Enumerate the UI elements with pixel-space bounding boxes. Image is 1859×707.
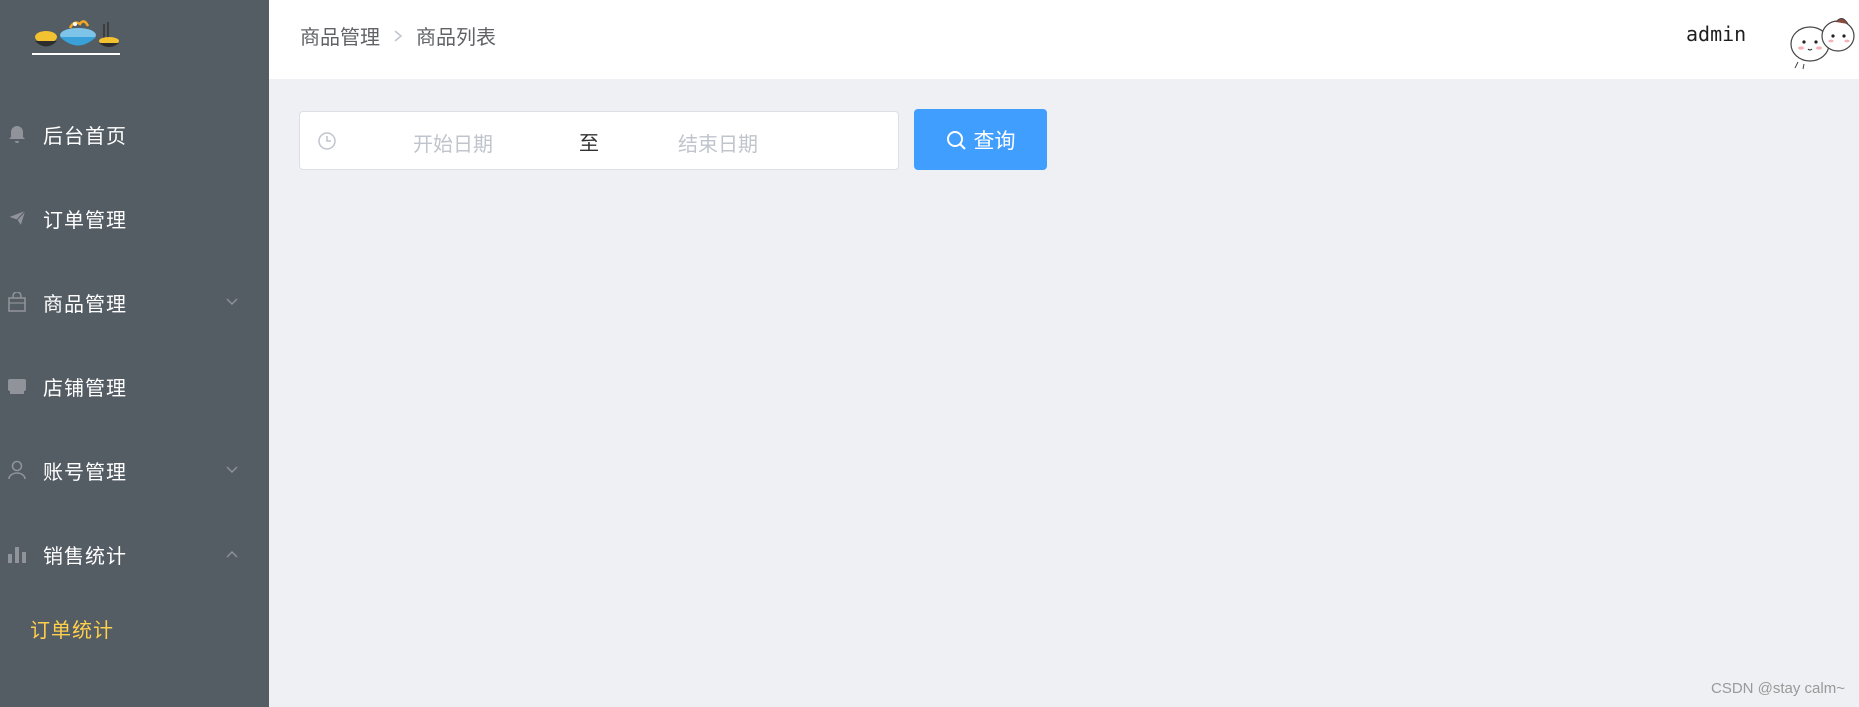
clock-icon [318,132,336,150]
sidebar-item-stores[interactable]: 店铺管理 [0,344,269,428]
sidebar-item-orders[interactable]: 订单管理 [0,176,269,260]
sidebar-menu: 后台首页 订单管理 商品管理 店铺管理 账号管理 销售统计 订单统计 [0,92,269,660]
user-name[interactable]: admin [1686,22,1746,46]
shop-icon [6,375,28,397]
query-button-label: 查询 [973,128,1016,153]
avatar[interactable] [1788,12,1859,72]
sidebar-item-products[interactable]: 商品管理 [0,260,269,344]
sidebar-item-label: 账号管理 [43,459,127,484]
breadcrumb-item[interactable]: 商品管理 [300,21,380,50]
top-header: 商品管理 商品列表 admin [269,0,1859,79]
sidebar-item-label: 订单管理 [43,207,127,232]
user-icon [6,459,28,481]
sidebar-item-home[interactable]: 后台首页 [0,92,269,176]
date-range-picker[interactable]: 开始日期 至 结束日期 [299,111,899,170]
bell-icon [6,123,28,145]
shopping-bag-icon [6,291,28,313]
query-button[interactable]: 查询 [914,109,1047,170]
end-date-input[interactable]: 结束日期 [678,128,758,157]
search-icon [946,130,966,150]
chevron-down-icon [226,466,238,473]
bar-chart-icon [6,543,28,565]
sidebar-item-accounts[interactable]: 账号管理 [0,428,269,512]
paper-plane-icon [6,207,28,229]
watermark: CSDN @stay calm~ [1710,680,1845,697]
start-date-input[interactable]: 开始日期 [413,128,493,157]
breadcrumb-item: 商品列表 [416,25,496,49]
sidebar-item-label: 销售统计 [43,543,127,568]
breadcrumb: 商品管理 商品列表 [300,21,496,50]
sidebar-subitem-label: 订单统计 [30,617,114,642]
sidebar: 后台首页 订单管理 商品管理 店铺管理 账号管理 销售统计 订单统计 [0,0,269,707]
sidebar-item-label: 商品管理 [43,291,127,316]
logo [32,20,120,55]
sidebar-item-label: 店铺管理 [43,375,127,400]
chevron-up-icon [226,551,238,558]
sidebar-item-sales-stats[interactable]: 销售统计 [0,512,269,596]
chevron-down-icon [226,298,238,305]
sidebar-item-label: 后台首页 [43,123,127,148]
sidebar-subitem-order-stats[interactable]: 订单统计 [0,596,269,660]
range-separator: 至 [579,131,599,155]
chevron-right-icon [394,29,403,42]
